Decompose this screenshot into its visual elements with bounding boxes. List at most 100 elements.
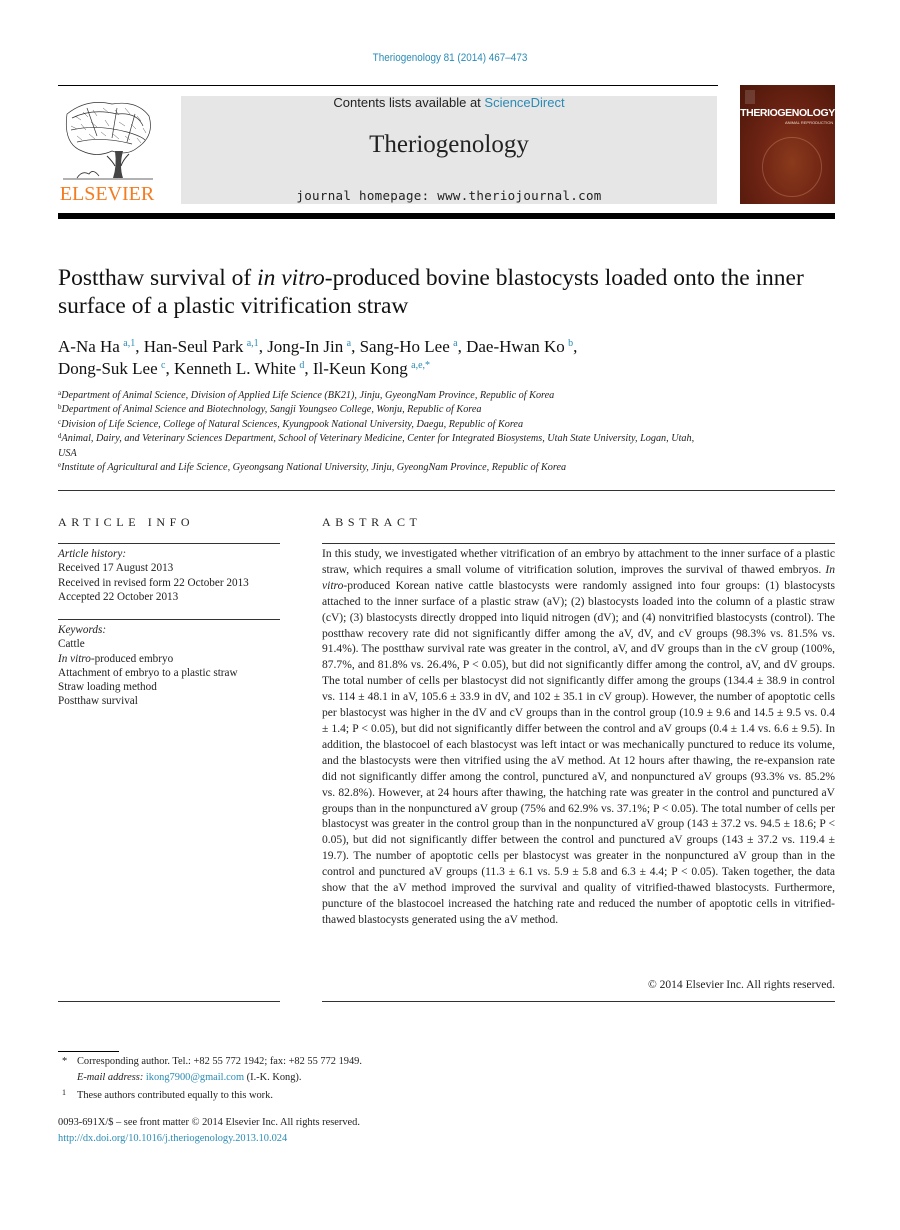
author-separator: , — [351, 337, 360, 356]
author-separator: , — [457, 337, 467, 356]
article-info-rule — [58, 543, 280, 544]
issn-line: 0093-691X/$ – see front matter © 2014 El… — [58, 1117, 360, 1128]
author-affiliation-link[interactable]: a,e,* — [411, 360, 430, 371]
author-separator: , — [165, 359, 174, 378]
keyword-item: Attachment of embryo to a plastic straw — [58, 666, 288, 680]
journal-cover-image[interactable]: THERIOGENOLOGY ANIMAL REPRODUCTION — [740, 85, 835, 204]
author-name: A-Na Ha — [58, 337, 120, 356]
abstract-heading: ABSTRACT — [322, 515, 422, 529]
keyword-item: Cattle — [58, 637, 288, 651]
affiliation-list: aDepartment of Animal Science, Division … — [58, 389, 838, 475]
footnote-mark: * — [62, 1056, 68, 1067]
elsevier-logo[interactable]: ELSEVIER — [57, 96, 157, 205]
affiliation-item: cDivision of Life Science, College of Na… — [58, 418, 838, 432]
section-rule — [58, 490, 835, 491]
author[interactable]: Kenneth L. White d — [174, 359, 304, 378]
email-link[interactable]: ikong7900@gmail.com — [146, 1072, 244, 1083]
keywords: Keywords: Cattle In vitro-produced embry… — [58, 623, 288, 709]
author[interactable]: Sang-Ho Lee a — [360, 337, 458, 356]
footnote-rule — [58, 1051, 119, 1052]
author[interactable]: Dae-Hwan Ko b — [466, 337, 573, 356]
keyword-item: Straw loading method — [58, 680, 288, 694]
footnote-text: Corresponding author. Tel.: +82 55 772 1… — [77, 1056, 362, 1067]
doi-link[interactable]: http://dx.doi.org/10.1016/j.theriogenolo… — [58, 1131, 658, 1147]
footnote-mark: 1 — [62, 1088, 66, 1097]
cover-publisher-mark — [745, 90, 755, 104]
footnotes: * Corresponding author. Tel.: +82 55 772 … — [62, 1054, 562, 1104]
author-name: Il-Keun Kong — [312, 359, 408, 378]
front-matter: 0093-691X/$ – see front matter © 2014 El… — [58, 1115, 658, 1146]
affiliation-text: Department of Animal Science and Biotech… — [61, 404, 482, 416]
contents-availability: Contents lists available at ScienceDirec… — [181, 95, 717, 110]
author-name: Kenneth L. White — [173, 359, 296, 378]
affiliation-item: dAnimal, Dairy, and Veterinary Sciences … — [58, 432, 698, 461]
history-item: Received in revised form 22 October 2013 — [58, 576, 249, 589]
history-item: Accepted 22 October 2013 — [58, 590, 179, 603]
author[interactable]: A-Na Ha a,1 — [58, 337, 135, 356]
article-title: Postthaw survival of in vitro-produced b… — [58, 264, 838, 320]
author-separator: , — [304, 359, 313, 378]
elsevier-tree-icon: ELSEVIER — [60, 102, 155, 205]
affiliation-item: bDepartment of Animal Science and Biotec… — [58, 403, 838, 417]
cover-title: THERIOGENOLOGY — [740, 107, 835, 119]
affiliation-item: aDepartment of Animal Science, Division … — [58, 389, 838, 403]
email-note: E-mail address: ikong7900@gmail.com (I.-… — [62, 1070, 562, 1086]
history-item: Received 17 August 2013 — [58, 562, 174, 575]
author-name: Han-Seul Park — [143, 337, 244, 356]
history-label: Article history: — [58, 548, 127, 560]
equal-contribution-note: 1 These authors contributed equally to th… — [62, 1085, 562, 1104]
journal-homepage[interactable]: journal homepage: www.theriojournal.com — [181, 188, 717, 203]
abstract-part-1: In this study, we investigated whether v… — [322, 548, 835, 576]
author[interactable]: Jong-In Jin a — [267, 337, 351, 356]
author-affiliation-link[interactable]: a,1 — [247, 338, 259, 349]
affiliation-text: Department of Animal Science, Division o… — [61, 390, 555, 401]
author-name: Jong-In Jin — [267, 337, 344, 356]
header-rule — [58, 85, 718, 86]
journal-citation-link[interactable]: Theriogenology 81 (2014) 467–473 — [45, 52, 855, 64]
abstract-bottom-rule — [322, 1001, 835, 1002]
keyword-text: Attachment of embryo to a plastic straw — [58, 666, 238, 679]
keyword-italic: In vitro — [58, 652, 91, 665]
article-info-heading: ARTICLE INFO — [58, 515, 195, 529]
affiliation-item: eInstitute of Agricultural and Life Scie… — [58, 461, 838, 475]
abstract-rule — [322, 543, 835, 544]
affiliation-text: Division of Life Science, College of Nat… — [61, 418, 524, 430]
abstract-copyright: © 2014 Elsevier Inc. All rights reserved… — [647, 979, 835, 991]
sciencedirect-link[interactable]: ScienceDirect — [484, 95, 564, 110]
title-italic: in vitro — [257, 265, 325, 291]
author[interactable]: Han-Seul Park a,1 — [144, 337, 259, 356]
elsevier-wordmark: ELSEVIER — [60, 183, 155, 204]
article-history: Article history: Received 17 August 2013… — [58, 547, 288, 604]
article-info-rule — [58, 619, 280, 620]
keyword-text: -produced embryo — [90, 652, 174, 665]
keywords-label: Keywords: — [58, 624, 107, 636]
affiliation-text: Animal, Dairy, and Veterinary Sciences D… — [58, 433, 695, 459]
keyword-text: Straw loading method — [58, 681, 157, 694]
author-name: Sang-Ho Lee — [359, 337, 450, 356]
author-name: Dae-Hwan Ko — [466, 337, 565, 356]
footnote-text: These authors contributed equally to thi… — [77, 1090, 273, 1101]
contents-prefix: Contents lists available at — [333, 95, 485, 110]
author[interactable]: Dong-Suk Lee c — [58, 359, 165, 378]
author-separator: , — [573, 337, 578, 356]
corresponding-author-note: * Corresponding author. Tel.: +82 55 772 … — [62, 1054, 562, 1070]
author-name: Dong-Suk Lee — [58, 359, 158, 378]
article-info-bottom-rule — [58, 1001, 280, 1002]
title-part-1: Postthaw survival of — [58, 265, 258, 291]
author-list: A-Na Ha a,1, Han-Seul Park a,1, Jong-In … — [58, 336, 838, 380]
keyword-text: Cattle — [58, 638, 85, 651]
author-affiliation-link[interactable]: a,1 — [123, 338, 135, 349]
journal-name: Theriogenology — [369, 131, 529, 158]
affiliation-text: Institute of Agricultural and Life Scien… — [61, 462, 567, 474]
author-separator: , — [258, 337, 268, 356]
header-thick-rule — [58, 213, 835, 219]
keyword-item: In vitro-produced embryo — [58, 652, 288, 666]
author-separator: , — [135, 337, 144, 356]
abstract-part-2: -produced Korean native cattle blastocys… — [322, 579, 835, 926]
email-suffix: (I.-K. Kong). — [244, 1071, 302, 1083]
abstract-text: In this study, we investigated whether v… — [322, 547, 835, 929]
keyword-item: Postthaw survival — [58, 694, 288, 708]
author[interactable]: Il-Keun Kong a,e,* — [313, 359, 430, 378]
email-label: E-mail address: — [77, 1071, 144, 1083]
keyword-text: Postthaw survival — [58, 695, 138, 708]
